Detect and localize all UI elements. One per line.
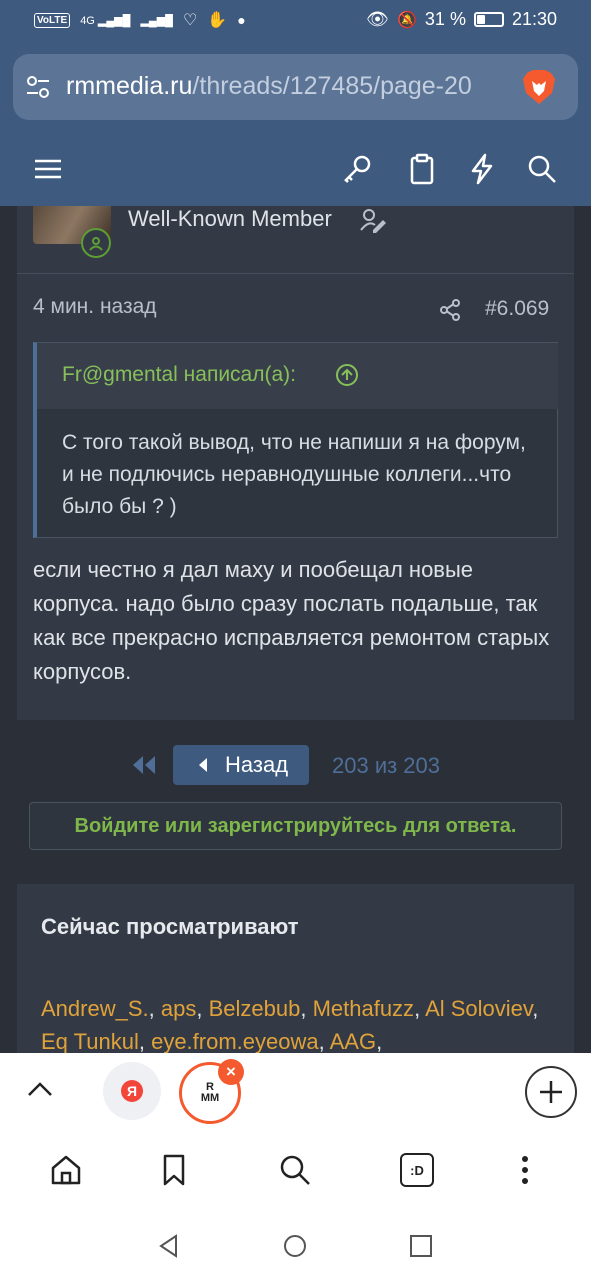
- viewer-link[interactable]: Belzebub: [209, 996, 301, 1021]
- url-bar[interactable]: rmmedia.ru/threads/127485/page-20: [13, 54, 578, 120]
- share-icon[interactable]: [438, 298, 462, 322]
- battery-icon: [473, 12, 504, 27]
- viewer-link[interactable]: Al Soloviev: [425, 996, 532, 1021]
- hand-icon: ✋: [207, 12, 228, 29]
- tab-yandex[interactable]: Я: [103, 1062, 161, 1120]
- quote-author-link[interactable]: Fr@gmental написал(а):: [62, 363, 296, 387]
- rmmedia-icon: R MM: [200, 1081, 220, 1104]
- post-body: если честно я дал маху и пообещал новые …: [33, 557, 550, 684]
- back-button[interactable]: Назад: [173, 745, 309, 785]
- chat-icon: ●: [237, 12, 246, 28]
- viewers-title: Сейчас просматривают: [41, 914, 299, 939]
- home-icon[interactable]: [49, 1153, 83, 1187]
- site-settings-icon[interactable]: [25, 74, 51, 100]
- tab-strip: Я R MM ×: [0, 1053, 591, 1129]
- forum-nav-row: [0, 142, 591, 198]
- quote-text: С того такой вывод, что не напиши я на ф…: [62, 431, 526, 518]
- viewer-link[interactable]: aps: [161, 996, 196, 1021]
- plus-icon: [540, 1081, 562, 1103]
- home-circle-icon[interactable]: [282, 1233, 308, 1259]
- key-icon[interactable]: [340, 152, 374, 186]
- system-nav-bar: [0, 1219, 591, 1280]
- eye-icon: 👁: [366, 9, 389, 29]
- battery-percent: 31 %: [424, 9, 466, 29]
- lightning-icon[interactable]: [465, 152, 499, 186]
- page-status[interactable]: 203 из 203: [332, 753, 440, 779]
- post-time[interactable]: 4 мин. назад: [33, 295, 157, 319]
- more-menu-icon[interactable]: [508, 1153, 542, 1187]
- url-text[interactable]: rmmedia.ru/threads/127485/page-20: [66, 72, 518, 101]
- browser-bottom-nav: :D: [0, 1129, 591, 1219]
- viewers-block: Сейчас просматривают Andrew_S., aps, Bel…: [17, 884, 574, 1064]
- close-tab-icon[interactable]: ×: [218, 1059, 244, 1085]
- clock: 21:30: [511, 9, 557, 29]
- menu-icon[interactable]: [31, 152, 65, 186]
- member-row: Well-Known Member: [17, 206, 574, 274]
- yandex-icon: Я: [121, 1080, 143, 1102]
- post-card: Well-Known Member 4 мин. назад #6.069 Fr…: [17, 206, 574, 720]
- viewer-link[interactable]: Andrew_S.: [41, 996, 149, 1021]
- member-edit-icon: [360, 209, 386, 233]
- tabs-switcher-icon[interactable]: :D: [400, 1153, 434, 1187]
- first-page-icon[interactable]: [130, 754, 158, 776]
- jump-to-quote-icon[interactable]: [335, 363, 359, 387]
- viewer-link[interactable]: eye.from.eyeowa: [151, 1029, 319, 1054]
- recents-square-icon[interactable]: [408, 1233, 434, 1259]
- status-bar: VoLTE 4G ▂▄▆█ ▂▄▆█ ♡ ✋ ● 👁 🔕 31 % 21:30: [0, 0, 591, 42]
- viewer-link[interactable]: Eq Tunkul: [41, 1029, 139, 1054]
- viewers-list: Andrew_S., aps, Belzebub, Methafuzz, Al …: [41, 996, 539, 1054]
- login-register-button[interactable]: Войдите или зарегистрируйтесь для ответа…: [29, 802, 562, 850]
- heart-icon: ♡: [182, 12, 198, 29]
- quote-header: Fr@gmental написал(а):: [37, 343, 558, 409]
- chevron-up-icon[interactable]: [26, 1079, 54, 1099]
- back-triangle-icon[interactable]: [156, 1233, 182, 1259]
- online-status-icon: [81, 228, 111, 258]
- viewer-link[interactable]: Methafuzz: [313, 996, 415, 1021]
- new-tab-button[interactable]: [525, 1066, 577, 1118]
- signal-icon: 4G ▂▄▆█: [80, 14, 131, 27]
- member-title: Well-Known Member: [128, 206, 332, 231]
- search-icon[interactable]: [278, 1153, 312, 1187]
- quote-block: Fr@gmental написал(а): С того такой выво…: [33, 342, 558, 538]
- volte-chip: VoLTE: [34, 12, 71, 28]
- pagination: Назад 203 из 203: [0, 745, 591, 785]
- clipboard-icon[interactable]: [405, 152, 439, 186]
- brave-lion-icon[interactable]: [519, 67, 559, 107]
- post-number-link[interactable]: #6.069: [485, 297, 549, 321]
- mute-bell-icon: 🔕: [397, 11, 417, 29]
- bookmark-icon[interactable]: [157, 1153, 191, 1187]
- signal2-icon: ▂▄▆█: [140, 14, 173, 27]
- viewer-link[interactable]: AAG: [330, 1029, 376, 1054]
- search-icon[interactable]: [525, 152, 559, 186]
- browser-header: rmmedia.ru/threads/127485/page-20: [0, 42, 591, 206]
- back-arrow-icon: [199, 758, 207, 772]
